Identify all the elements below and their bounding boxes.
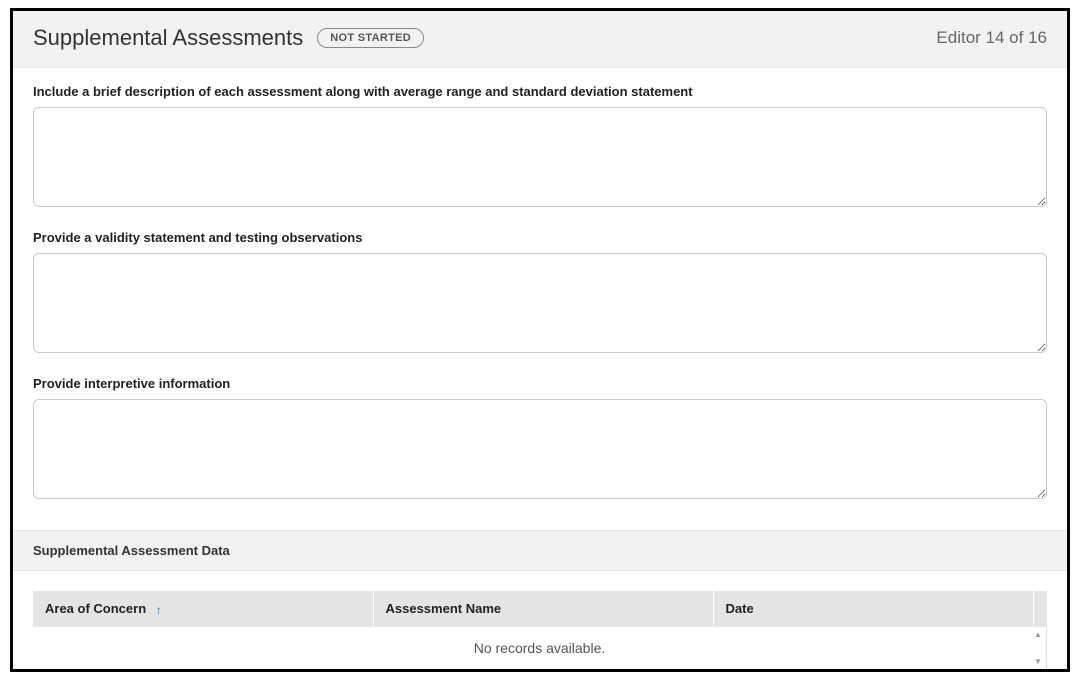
section-header: Supplemental Assessment Data — [13, 530, 1067, 571]
chevron-down-icon: ▼ — [1034, 657, 1042, 666]
table-header-row: Area of Concern ↑ Assessment Name Date — [33, 591, 1047, 627]
chevron-up-icon: ▲ — [1034, 630, 1042, 639]
status-badge: NOT STARTED — [317, 28, 424, 48]
app-frame: Supplemental Assessments NOT STARTED Edi… — [10, 8, 1070, 672]
table-area: Area of Concern ↑ Assessment Name Date N… — [13, 571, 1067, 669]
scroll-hints[interactable]: ▲ ▼ — [1032, 627, 1044, 669]
column-name-label: Assessment Name — [386, 601, 502, 616]
header-left: Supplemental Assessments NOT STARTED — [33, 25, 424, 51]
description-label: Include a brief description of each asse… — [33, 84, 1047, 99]
interpretive-group: Provide interpretive information — [33, 376, 1047, 504]
validity-textarea[interactable] — [33, 253, 1047, 353]
page-title: Supplemental Assessments — [33, 25, 303, 51]
description-textarea[interactable] — [33, 107, 1047, 207]
interpretive-label: Provide interpretive information — [33, 376, 1047, 391]
column-area-label: Area of Concern — [45, 601, 146, 616]
column-date[interactable]: Date — [713, 591, 1033, 627]
column-assessment-name[interactable]: Assessment Name — [373, 591, 713, 627]
editor-count: Editor 14 of 16 — [936, 28, 1047, 48]
validity-group: Provide a validity statement and testing… — [33, 230, 1047, 358]
no-records-message: No records available. — [474, 640, 606, 656]
description-group: Include a brief description of each asse… — [33, 84, 1047, 212]
page-header: Supplemental Assessments NOT STARTED Edi… — [13, 11, 1067, 68]
validity-label: Provide a validity statement and testing… — [33, 230, 1047, 245]
sort-asc-icon: ↑ — [156, 603, 162, 617]
column-area-of-concern[interactable]: Area of Concern ↑ — [33, 591, 373, 627]
table-body: No records available. ▲ ▼ — [33, 627, 1047, 669]
column-gutter — [1033, 591, 1047, 627]
column-date-label: Date — [726, 601, 754, 616]
interpretive-textarea[interactable] — [33, 399, 1047, 499]
assessment-table: Area of Concern ↑ Assessment Name Date — [33, 591, 1047, 627]
form-content: Include a brief description of each asse… — [13, 68, 1067, 530]
